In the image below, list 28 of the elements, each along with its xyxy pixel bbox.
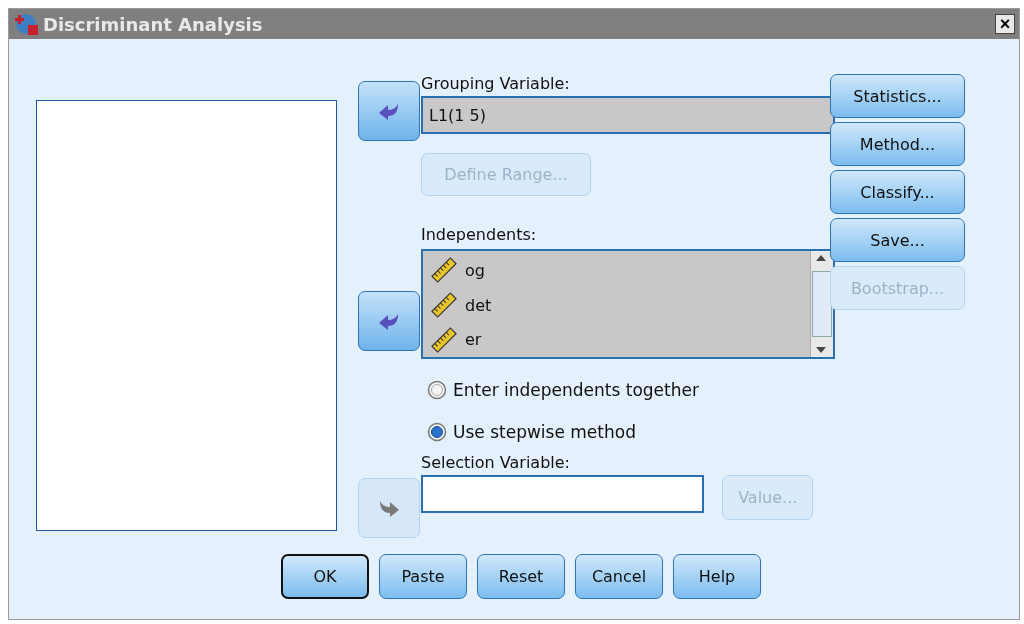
radio-label[interactable]: Use stepwise method	[453, 422, 636, 442]
close-button[interactable]: ×	[995, 14, 1015, 34]
dialog-button[interactable]: Paste	[379, 554, 467, 599]
grouping-field[interactable]: L1(1 5)	[421, 96, 835, 134]
dialog-button[interactable]: Help	[673, 554, 761, 599]
field-label: Independents:	[421, 225, 538, 245]
field-label: Selection Variable:	[421, 453, 571, 473]
dialog-button[interactable]: Reset	[477, 554, 565, 599]
dialog-button[interactable]: Classify...	[830, 170, 965, 214]
dialog-button[interactable]: Cancel	[575, 554, 663, 599]
radio-button[interactable]	[427, 422, 447, 442]
radio-label[interactable]: Enter independents together	[453, 380, 699, 400]
list-item[interactable]: og	[465, 260, 485, 280]
selection-field[interactable]	[421, 475, 705, 513]
app-icon	[15, 12, 39, 36]
field-label: Grouping Variable:	[421, 74, 571, 94]
move-button[interactable]	[358, 81, 420, 141]
move-button[interactable]	[358, 291, 420, 351]
list-item[interactable]: det	[465, 295, 492, 315]
dialog-button[interactable]: Save...	[830, 218, 965, 262]
list-item[interactable]: er	[465, 330, 482, 350]
radio-button[interactable]	[427, 380, 447, 400]
dialog-button[interactable]: OK	[281, 554, 369, 599]
window-title: Discriminant Analysis	[43, 13, 264, 35]
dialog-button[interactable]: Method...	[830, 122, 965, 166]
scrollbar[interactable]	[810, 251, 833, 357]
independents-list[interactable]: og det er	[421, 249, 835, 359]
dialog-button[interactable]: Statistics...	[830, 74, 965, 118]
